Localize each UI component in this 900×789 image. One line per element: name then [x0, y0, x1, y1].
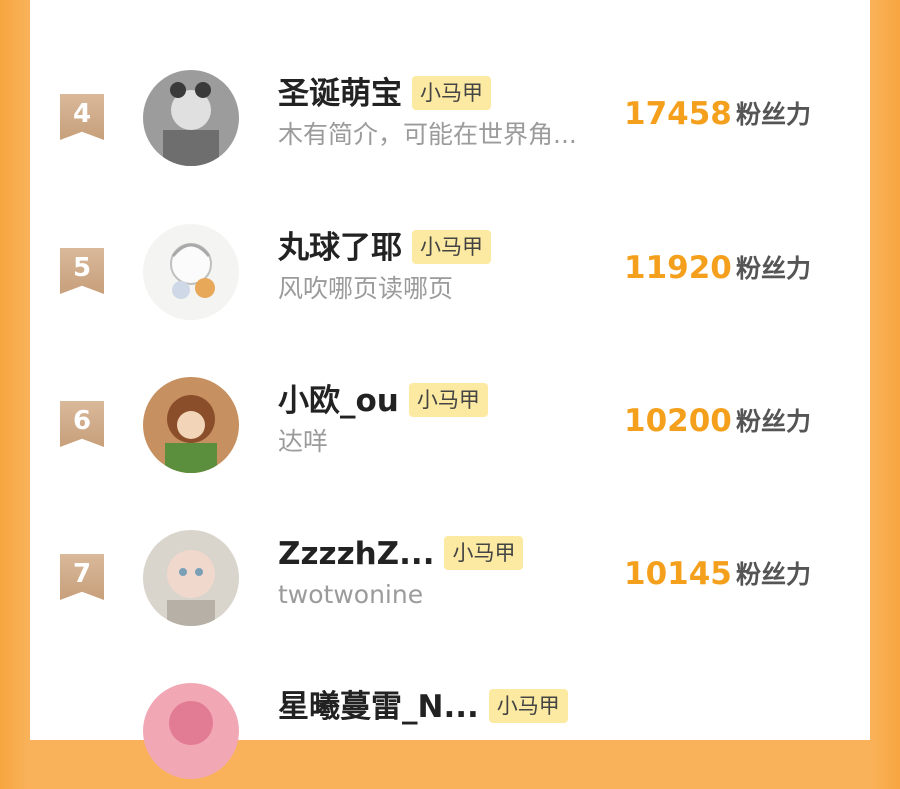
avatar[interactable]	[143, 530, 239, 626]
avatar[interactable]	[143, 683, 239, 779]
alt-account-badge: 小马甲	[444, 536, 524, 570]
user-name[interactable]: ZzzzhZ... 小马甲	[278, 534, 524, 574]
alt-account-badge: 小马甲	[488, 689, 568, 723]
user-bio: 风吹哪页读哪页	[278, 274, 454, 303]
rank-badge: 6	[60, 401, 104, 447]
alt-account-badge: 小马甲	[408, 383, 488, 417]
leaderboard-card: 4 圣诞萌宝 小马甲 木有简介，可能在世界角... 17458 粉丝力 5 丸球了…	[30, 0, 870, 779]
leaderboard-row[interactable]: 星曦蔓雷_N... 小马甲	[30, 679, 870, 789]
alt-account-badge: 小马甲	[412, 76, 491, 110]
leaderboard-row[interactable]: 4 圣诞萌宝 小马甲 木有简介，可能在世界角... 17458 粉丝力	[30, 66, 870, 176]
fan-score-unit: 粉丝力	[736, 407, 812, 436]
user-name[interactable]: 丸球了耶 小马甲	[278, 228, 491, 268]
user-name[interactable]: 小欧_ou 小马甲	[278, 381, 488, 421]
fan-score-unit: 粉丝力	[736, 254, 812, 283]
rank-badge: 5	[60, 248, 104, 294]
avatar[interactable]	[143, 224, 239, 320]
fan-score: 10200	[624, 403, 732, 439]
user-name-text: ZzzzhZ...	[278, 536, 435, 572]
user-bio: 达咩	[278, 427, 329, 456]
user-name[interactable]: 星曦蔓雷_N... 小马甲	[278, 687, 568, 727]
fan-score: 17458	[624, 96, 732, 132]
fan-score: 11920	[624, 250, 732, 286]
user-name-text: 星曦蔓雷_N...	[278, 689, 479, 725]
fan-score-unit: 粉丝力	[736, 100, 812, 129]
user-bio: twotwonine	[278, 580, 424, 609]
user-name-text: 圣诞萌宝	[278, 76, 402, 112]
avatar[interactable]	[143, 377, 239, 473]
user-name[interactable]: 圣诞萌宝 小马甲	[278, 74, 491, 114]
fan-score-unit: 粉丝力	[736, 560, 812, 589]
alt-account-badge: 小马甲	[412, 230, 491, 264]
leaderboard-row[interactable]: 5 丸球了耶 小马甲 风吹哪页读哪页 11920 粉丝力	[30, 220, 870, 330]
leaderboard-row[interactable]: 7 ZzzzhZ... 小马甲 twotwonine 10145 粉丝力	[30, 526, 870, 636]
leaderboard-row[interactable]: 6 小欧_ou 小马甲 达咩 10200 粉丝力	[30, 373, 870, 483]
rank-badge: 7	[60, 554, 104, 600]
user-bio: 木有简介，可能在世界角...	[278, 120, 577, 149]
fan-score: 10145	[624, 556, 732, 592]
rank-badge: 4	[60, 94, 104, 140]
user-name-text: 小欧_ou	[278, 383, 399, 419]
avatar[interactable]	[143, 70, 239, 166]
user-name-text: 丸球了耶	[278, 230, 402, 266]
